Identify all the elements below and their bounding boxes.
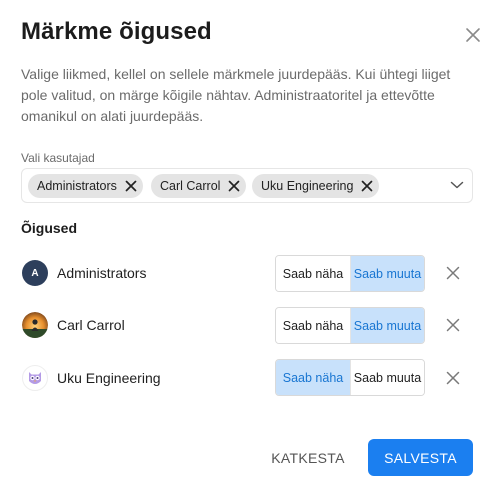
chip-label: Carl Carrol xyxy=(160,179,221,193)
member-name: Administrators xyxy=(57,265,147,281)
permission-toggle: Saab näha Saab muuta xyxy=(275,255,425,292)
permissions-heading: Õigused xyxy=(21,220,78,236)
remove-member-icon[interactable] xyxy=(446,318,460,332)
chevron-down-icon[interactable] xyxy=(450,180,464,190)
member-name: Carl Carrol xyxy=(57,317,125,333)
can-edit-option[interactable]: Saab muuta xyxy=(350,308,424,343)
can-view-option[interactable]: Saab näha xyxy=(276,360,350,395)
dialog-description: Valige liikmed, kellel on sellele märkme… xyxy=(21,66,451,124)
remove-member-icon[interactable] xyxy=(446,266,460,280)
close-icon[interactable] xyxy=(462,24,484,46)
permission-toggle: Saab näha Saab muuta xyxy=(275,307,425,344)
chip-label: Administrators xyxy=(37,179,117,193)
user-select-label: Vali kasutajad xyxy=(21,151,95,165)
can-view-option[interactable]: Saab näha xyxy=(276,256,350,291)
user-multiselect[interactable]: Administrators Carl Carrol Uku Engineeri… xyxy=(21,168,473,203)
avatar: A xyxy=(22,260,48,286)
chip-label: Uku Engineering xyxy=(261,179,354,193)
chip-uku-engineering[interactable]: Uku Engineering xyxy=(252,174,380,198)
owl-logo-icon xyxy=(29,372,41,384)
save-button[interactable]: SALVESTA xyxy=(368,439,473,476)
chip-administrators[interactable]: Administrators xyxy=(28,174,143,198)
remove-icon[interactable] xyxy=(124,179,138,193)
chip-carl-carrol[interactable]: Carl Carrol xyxy=(151,174,247,198)
cancel-button[interactable]: KATKESTA xyxy=(262,440,354,476)
user-photo-icon xyxy=(22,312,48,338)
avatar-letter: A xyxy=(31,267,39,279)
remove-icon[interactable] xyxy=(227,179,241,193)
permission-toggle: Saab näha Saab muuta xyxy=(275,359,425,396)
dialog-title: Märkme õigused xyxy=(21,18,212,45)
remove-icon[interactable] xyxy=(360,179,374,193)
member-name: Uku Engineering xyxy=(57,370,161,386)
avatar xyxy=(22,365,48,391)
remove-member-icon[interactable] xyxy=(446,371,460,385)
can-edit-option[interactable]: Saab muuta xyxy=(350,256,424,291)
avatar xyxy=(22,312,48,338)
can-view-option[interactable]: Saab näha xyxy=(276,308,350,343)
can-edit-option[interactable]: Saab muuta xyxy=(350,360,424,395)
